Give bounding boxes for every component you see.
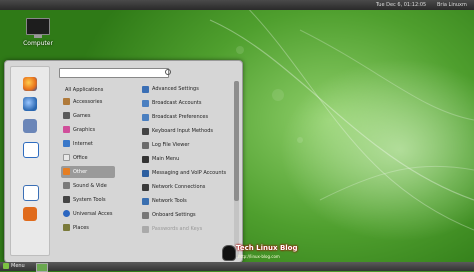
office-icon xyxy=(63,154,70,161)
category-label: Sound & Vide xyxy=(73,183,107,189)
app-broadcast-accounts[interactable]: Broadcast Accounts xyxy=(141,97,237,110)
category-label: Graphics xyxy=(73,127,96,133)
app-main-menu[interactable]: Main Menu xyxy=(141,153,237,166)
sound-video-icon xyxy=(63,182,70,189)
passwords-icon xyxy=(142,226,149,233)
category-sound-video[interactable]: Sound & Vide xyxy=(61,180,115,192)
mint-logo-icon xyxy=(3,263,9,269)
broadcast-accounts-icon xyxy=(142,100,149,107)
search-input[interactable] xyxy=(59,68,169,78)
category-other[interactable]: Other xyxy=(61,166,115,178)
category-games[interactable]: Games xyxy=(61,110,115,122)
app-label: Keyboard Input Methods xyxy=(152,128,213,134)
app-passwords-and-keys[interactable]: Passwords and Keys xyxy=(141,223,237,236)
app-keyboard-input-methods[interactable]: Keyboard Input Methods xyxy=(141,125,237,138)
thunderbird-icon[interactable] xyxy=(23,97,37,111)
app-network-connections[interactable]: Network Connections xyxy=(141,181,237,194)
universal-access-icon xyxy=(63,210,70,217)
games-icon xyxy=(63,112,70,119)
graphics-icon xyxy=(63,126,70,133)
messaging-icon xyxy=(142,170,149,177)
category-system-tools[interactable]: System Tools xyxy=(61,194,115,206)
places-icon xyxy=(63,224,70,231)
main-menu-icon xyxy=(142,156,149,163)
pidgin-icon[interactable] xyxy=(23,119,37,133)
category-label: Places xyxy=(73,225,89,231)
app-label: Main Menu xyxy=(152,156,180,162)
other-icon xyxy=(63,168,70,175)
scrollbar-thumb[interactable] xyxy=(234,81,239,201)
category-places[interactable]: Places xyxy=(61,222,115,234)
system-tools-icon xyxy=(63,196,70,203)
category-office[interactable]: Office xyxy=(61,152,115,164)
app-label: Log File Viewer xyxy=(152,142,190,148)
network-connections-icon xyxy=(142,184,149,191)
network-tools-icon xyxy=(142,198,149,205)
menu-button[interactable]: Menu xyxy=(3,263,25,270)
category-graphics[interactable]: Graphics xyxy=(61,124,115,136)
apps-scrollbar[interactable] xyxy=(234,81,239,257)
category-label: Universal Acces xyxy=(73,211,113,217)
search-icon[interactable] xyxy=(165,69,171,75)
app-label: Passwords and Keys xyxy=(152,226,203,232)
application-menu: All Applications Accessories Games Graph… xyxy=(4,60,243,263)
package-icon[interactable] xyxy=(23,207,37,221)
category-all-applications[interactable]: All Applications xyxy=(61,84,115,96)
app-messaging-voip[interactable]: Messaging and VoIP Accounts xyxy=(141,167,237,180)
app-label: Broadcast Preferences xyxy=(152,114,209,120)
app-label: Broadcast Accounts xyxy=(152,100,202,106)
top-panel: Tue Dec 6, 01:12:05 Bria Linuxm xyxy=(0,0,474,10)
onboard-settings-icon xyxy=(142,212,149,219)
app-label: Advanced Settings xyxy=(152,86,199,92)
bluetooth-icon[interactable] xyxy=(23,142,39,158)
category-label: Internet xyxy=(73,141,93,147)
accessories-icon xyxy=(63,98,70,105)
category-label: Other xyxy=(73,169,88,175)
bottom-panel: Menu xyxy=(0,262,474,272)
menu-button-label: Menu xyxy=(11,263,25,269)
category-universal-access[interactable]: Universal Acces xyxy=(61,208,115,220)
internet-icon xyxy=(63,140,70,147)
desktop-computer-icon[interactable]: Computer xyxy=(22,18,54,47)
broadcast-preferences-icon xyxy=(142,114,149,121)
log-viewer-icon xyxy=(142,142,149,149)
app-log-file-viewer[interactable]: Log File Viewer xyxy=(141,139,237,152)
firefox-icon[interactable] xyxy=(23,77,37,91)
app-network-tools[interactable]: Network Tools xyxy=(141,195,237,208)
desktop-icon-label: Computer xyxy=(23,40,53,47)
app-onboard-settings[interactable]: Onboard Settings xyxy=(141,209,237,222)
category-label: System Tools xyxy=(73,197,106,203)
category-accessories[interactable]: Accessories xyxy=(61,96,115,108)
category-label: Office xyxy=(73,155,88,161)
app-label: Messaging and VoIP Accounts xyxy=(152,170,227,176)
favorites-bar xyxy=(10,66,50,256)
category-label: Accessories xyxy=(73,99,103,105)
advanced-settings-icon xyxy=(142,86,149,93)
app-label: Network Connections xyxy=(152,184,206,190)
category-internet[interactable]: Internet xyxy=(61,138,115,150)
app-label: Network Tools xyxy=(152,198,187,204)
user-menu[interactable]: Bria Linuxm xyxy=(437,1,467,9)
clock[interactable]: Tue Dec 6, 01:12:05 xyxy=(376,1,426,9)
category-label: All Applications xyxy=(65,87,104,93)
app-label: Onboard Settings xyxy=(152,212,196,218)
app-advanced-settings[interactable]: Advanced Settings xyxy=(141,83,237,96)
watermark-title: Tech Linux Blog xyxy=(236,244,298,252)
app-broadcast-preferences[interactable]: Broadcast Preferences xyxy=(141,111,237,124)
keyboard-icon xyxy=(142,128,149,135)
tux-logo xyxy=(222,245,236,261)
watermark-url: http://linux-blog.com xyxy=(238,254,280,259)
computer-icon xyxy=(26,18,50,38)
document-icon[interactable] xyxy=(23,185,39,201)
category-label: Games xyxy=(73,113,91,119)
